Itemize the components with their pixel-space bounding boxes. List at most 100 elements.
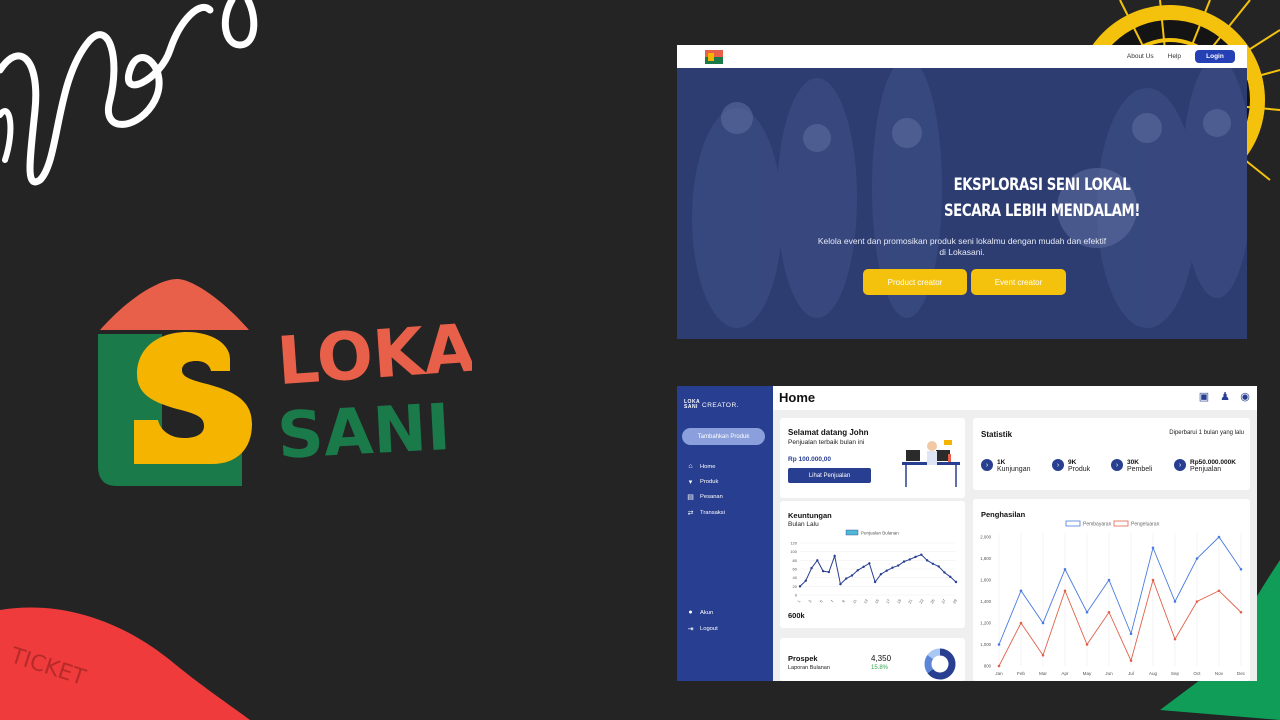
stat-label: Penjualan [1190,466,1222,473]
x-tick-label: 25 [930,599,936,605]
legend-label: Pengeluaran [1131,522,1160,528]
home-icon: ⌂ [688,463,693,470]
data-point [997,643,1001,646]
logout-icon: ⇥ [687,626,694,633]
y-tick-label: 1,000 [980,642,991,647]
data-point [1085,643,1089,646]
x-tick-label: 19 [897,599,903,605]
data-point [798,585,802,588]
stat-pembeli: › 30K Pembeli [1111,459,1152,473]
sidebar-item-label: Akun [700,609,714,616]
sidebar-item-label: Transaksi [700,510,725,516]
stat-penjualan: › Rp50.000.000K Penjualan [1174,459,1236,473]
y-tick-label: 1,400 [980,599,991,604]
statistics-card: Statistik Diperbarui 1 bulan yang lalu ›… [973,418,1250,490]
prospect-subtitle: Laporan Bulanan [788,665,830,671]
x-tick-label: 11 [852,599,857,604]
welcome-amount: Rp 100.000,00 [788,456,832,463]
data-point [873,580,877,584]
sidebar-item-akun[interactable]: ● Akun [687,609,713,616]
data-point [827,570,831,574]
y-tick-label: 60 [793,567,798,572]
x-tick-label: Jul [1128,671,1134,676]
login-button[interactable]: Login [1195,50,1235,63]
data-point [949,575,952,578]
stat-value: 9K [1068,459,1077,466]
x-tick-label: Nov [1215,671,1224,676]
x-tick-label: 23 [919,599,925,605]
nav-about-us[interactable]: About Us [1127,53,1154,60]
data-point [1085,610,1089,614]
stat-kunjungan: › 1K Kunjungan [981,459,1030,473]
sidebar-brand[interactable]: LOKA SANI CREATOR. [684,400,739,410]
event-creator-button[interactable]: Event creator [971,269,1066,295]
orders-icon: ▤ [687,494,694,501]
data-point [879,573,883,576]
legend-swatch [1065,520,1081,527]
product-creator-button[interactable]: Product creator [863,269,967,295]
cart-icon: ▾ [688,479,693,486]
welcome-subtitle: Penjualan terbaik bulan ini [788,439,865,446]
y-tick-label: 120 [790,541,797,546]
y-tick-label: 40 [793,575,798,580]
stat-value: 30K [1127,459,1139,466]
data-point [1107,578,1111,582]
ticket-decoration: TICKET [0,607,250,720]
add-product-button[interactable]: Tambahkan Produk [682,428,765,445]
profit-title: Keuntungan [788,511,832,520]
legend-swatch [845,529,859,536]
legend-label: Pembayaran [1083,522,1112,528]
data-point [897,564,900,567]
data-point [1019,589,1023,593]
data-point [885,569,888,572]
x-tick-label: 17 [885,599,891,605]
welcome-title: Selamat datang John [788,428,869,437]
y-tick-label: 1,200 [980,621,991,626]
page-title: Home [779,390,816,405]
hero-title-line2: SECARA LEBIH MENDALAM! [944,201,1140,221]
sidebar: LOKA SANI CREATOR. Tambahkan Produk ⌂ Ho… [677,386,773,681]
x-tick-label: May [1083,671,1092,676]
data-point [821,569,825,573]
sidebar-item-logout[interactable]: ⇥ Logout [687,625,718,633]
prospect-donut-chart [924,648,956,680]
sidebar-item-transaksi[interactable]: ⇄ Transaksi [687,509,725,517]
view-sales-button[interactable]: Lihat Penjualan [788,468,871,483]
sidebar-brand-mark: LOKA SANI [684,399,700,410]
data-point [931,562,935,565]
data-point [1151,578,1155,582]
x-tick-label: Oct [1193,671,1201,676]
prospect-change: 15.8% [871,665,889,671]
x-tick-label: Aug [1149,671,1158,676]
data-point [902,560,906,563]
y-tick-label: 100 [790,549,797,554]
chat-icon[interactable]: ▣ [1197,390,1211,404]
sidebar-item-label: Logout [700,626,718,632]
nav-help[interactable]: Help [1168,53,1181,60]
hero-section: EKSPLORASI SENI LOKAL SECARA LEBIH MENDA… [677,68,1247,339]
x-tick-label: Jun [1105,671,1113,676]
creator-illustration [902,440,960,487]
sidebar-item-label: Home [700,463,716,470]
arrow-right-icon: › [1052,459,1064,471]
donut-slice [927,648,941,660]
x-tick-label: 29 [952,599,958,605]
navbar-logo[interactable] [705,49,723,64]
y-tick-label: 0 [795,593,798,598]
data-point [1041,653,1045,657]
bell-icon[interactable]: ♟ [1218,390,1232,404]
account-icon[interactable]: ◉ [1238,390,1252,404]
sidebar-item-produk[interactable]: ▾ Produk [687,478,719,486]
x-tick-label: 27 [941,599,947,605]
legend-swatch [1113,520,1129,527]
data-point [954,580,958,584]
sidebar-item-home[interactable]: ⌂ Home [687,463,715,470]
x-tick-label: Jan [995,671,1003,676]
income-chart: Pembayaran Pengeluaran 800 1,000 1,200 1,400 1… [980,520,1246,676]
sidebar-item-pesanan[interactable]: ▤ Pesanan [687,493,723,501]
data-point [868,562,871,565]
y-tick-label: 1,600 [980,578,991,583]
legend-label: Penjualan Bulanan [861,531,899,536]
donut-slice [924,654,934,674]
y-tick-label: 80 [793,558,798,563]
